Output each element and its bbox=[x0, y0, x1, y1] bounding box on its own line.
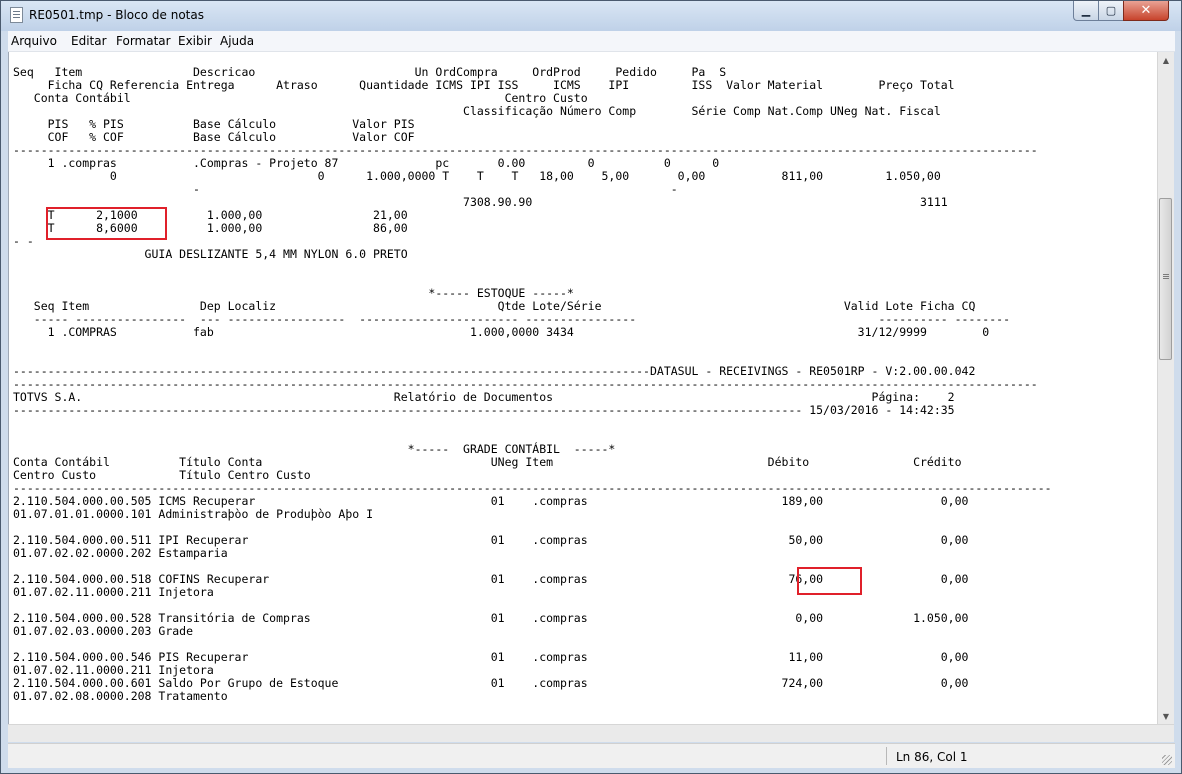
menu-exibir[interactable]: Exibir bbox=[178, 34, 212, 48]
menu-formatar[interactable]: Formatar bbox=[116, 34, 171, 48]
text-line: 01.07.02.11.0000.211 Injetora bbox=[13, 585, 214, 599]
horizontal-scroll-area bbox=[8, 724, 1174, 742]
scroll-up-arrow-icon[interactable]: ▲ bbox=[1158, 52, 1174, 68]
resize-grip-icon[interactable] bbox=[1162, 755, 1172, 765]
text-line: 01.07.02.03.0000.203 Grade bbox=[13, 624, 194, 638]
cursor-position: Ln 86, Col 1 bbox=[896, 750, 968, 764]
status-separator bbox=[886, 747, 887, 765]
minimize-button[interactable]: ▁ bbox=[1073, 1, 1099, 21]
notepad-app-icon[interactable] bbox=[10, 7, 23, 23]
grip-icon bbox=[1163, 274, 1169, 275]
notepad-window: RE0501.tmp - Bloco de notas ▁ ▢ ✕ Arquiv… bbox=[0, 0, 1182, 774]
text-line: 1 .COMPRAS fab 1.000,0000 3434 31/12/999… bbox=[13, 325, 990, 339]
menu-ajuda[interactable]: Ajuda bbox=[220, 34, 254, 48]
text-editor[interactable]: Seq Item Descricao Un OrdCompra OrdProd … bbox=[8, 52, 1158, 724]
menu-bar: Arquivo Editar Formatar Exibir Ajuda bbox=[8, 31, 1175, 52]
text-line: 01.07.02.02.0000.202 Estamparia bbox=[13, 546, 228, 560]
maximize-button[interactable]: ▢ bbox=[1098, 1, 1124, 21]
text-line: 01.07.01.01.0000.101 Administraþòo de Pr… bbox=[13, 507, 374, 521]
status-bar: Ln 86, Col 1 bbox=[8, 743, 1175, 768]
menu-editar[interactable]: Editar bbox=[71, 34, 107, 48]
close-button[interactable]: ✕ bbox=[1123, 1, 1169, 21]
scroll-thumb[interactable] bbox=[1159, 198, 1172, 360]
text-line: ----------------------------------------… bbox=[13, 403, 955, 417]
vertical-scrollbar[interactable]: ▲ ▼ bbox=[1157, 52, 1174, 724]
window-title: RE0501.tmp - Bloco de notas bbox=[29, 8, 204, 22]
text-line: 01.07.02.08.0000.208 Tratamento bbox=[13, 689, 228, 703]
pis-cofins-highlight-box bbox=[46, 207, 167, 240]
menu-arquivo[interactable]: Arquivo bbox=[11, 34, 57, 48]
text-line: GUIA DESLIZANTE 5,4 MM NYLON 6.0 PRETO bbox=[13, 247, 408, 261]
title-bar[interactable]: RE0501.tmp - Bloco de notas ▁ ▢ ✕ bbox=[1, 1, 1181, 31]
cofins-debit-highlight-box bbox=[797, 567, 862, 595]
scroll-down-arrow-icon[interactable]: ▼ bbox=[1158, 708, 1174, 724]
